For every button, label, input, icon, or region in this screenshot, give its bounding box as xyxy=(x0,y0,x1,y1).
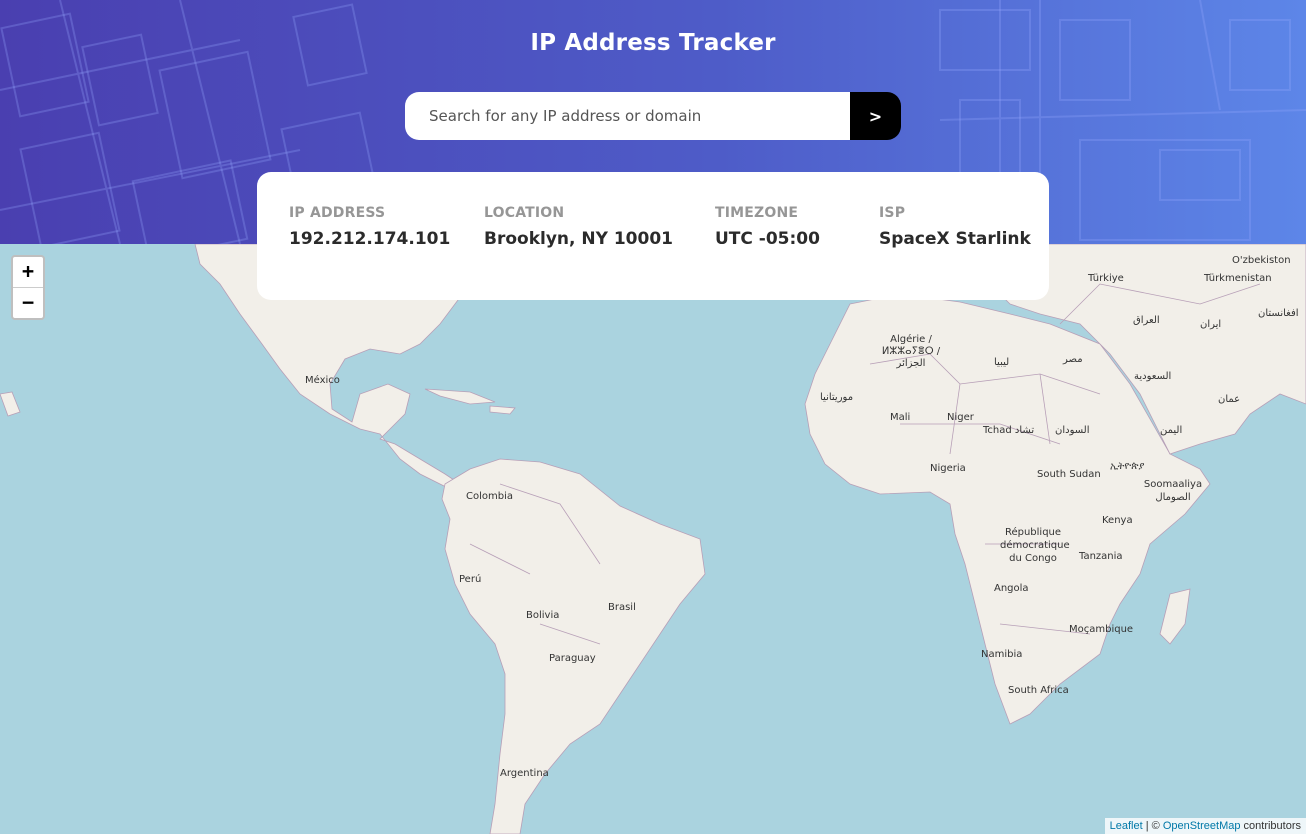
map-label: Paraguay xyxy=(549,653,596,664)
search-submit-button[interactable]: > xyxy=(850,92,901,140)
stat-label: IP ADDRESS xyxy=(289,205,386,221)
stat-value: SpaceX Starlink xyxy=(879,229,1031,249)
map-label: Namibia xyxy=(981,649,1023,660)
map-label: العراق xyxy=(1133,315,1160,326)
zoom-control: + − xyxy=(11,255,45,320)
stat-label: LOCATION xyxy=(484,205,565,221)
map-label: اليمن xyxy=(1160,425,1183,436)
map-label: ኢትዮጵያ xyxy=(1110,461,1145,472)
map-label: Kenya xyxy=(1102,515,1133,526)
search-bar: > xyxy=(405,92,901,140)
map-label: République démocratique du Congo xyxy=(1000,527,1070,564)
stat-label: ISP xyxy=(879,205,906,221)
map-label: السعودية xyxy=(1134,371,1172,382)
map-label: Nigeria xyxy=(930,463,966,474)
stat-value: Brooklyn, NY 10001 xyxy=(484,229,673,249)
map-label: Angola xyxy=(994,583,1029,594)
page-title: IP Address Tracker xyxy=(530,30,776,56)
map-label: México xyxy=(305,375,340,386)
map-label: Türkiye xyxy=(1088,273,1124,284)
stat-location: LOCATION Brooklyn, NY 10001 xyxy=(484,205,673,249)
map-label: موريتانيا xyxy=(820,392,854,403)
map-tiles xyxy=(0,244,1306,834)
map-label: Niger xyxy=(947,412,974,423)
map-label: Soomaaliya الصومال xyxy=(1143,479,1203,503)
leaflet-link[interactable]: Leaflet xyxy=(1110,820,1143,832)
map-label: Tanzania xyxy=(1079,551,1123,562)
map-label: Brasil xyxy=(608,602,636,613)
map-label: South Africa xyxy=(1008,685,1069,696)
map-label: Perú xyxy=(459,574,482,585)
map-attribution: Leaflet | © OpenStreetMap contributors xyxy=(1104,818,1306,834)
map-label: Colombia xyxy=(466,491,513,502)
chevron-right-icon: > xyxy=(868,106,883,126)
map-label: O'zbekiston xyxy=(1232,255,1291,266)
stat-isp: ISP SpaceX Starlink xyxy=(879,205,1031,249)
stat-value: 192.212.174.101 xyxy=(289,229,451,249)
stat-value: UTC -05:00 xyxy=(715,229,820,249)
map-label: Argentina xyxy=(500,768,549,779)
map-label: Algérie / ⵍⵣⵣⴰⵢⴻⵔ / الجزائر xyxy=(881,334,941,369)
map-label: Bolivia xyxy=(526,610,560,621)
map-label: Tchad تشاد xyxy=(983,425,1035,436)
map-label: مصر xyxy=(1063,354,1083,365)
stat-ip-address: IP ADDRESS 192.212.174.101 xyxy=(289,205,450,249)
map-label: ليبيا xyxy=(994,357,1010,368)
map-label: ایران xyxy=(1200,319,1222,330)
zoom-in-button[interactable]: + xyxy=(13,257,43,287)
stat-label: TIMEZONE xyxy=(715,205,799,221)
map-label: السودان xyxy=(1055,425,1090,436)
stat-timezone: TIMEZONE UTC -05:00 xyxy=(715,205,820,249)
openstreetmap-link[interactable]: OpenStreetMap xyxy=(1163,820,1241,832)
ip-info-card: IP ADDRESS 192.212.174.101 LOCATION Broo… xyxy=(257,172,1049,300)
map-label: Türkmenistan xyxy=(1204,273,1272,284)
map-label: Moçambique xyxy=(1069,624,1134,635)
map-label: South Sudan xyxy=(1037,469,1101,480)
search-input[interactable] xyxy=(405,92,850,140)
map-label: Mali xyxy=(890,412,911,423)
map-label: افغانستان xyxy=(1258,308,1299,319)
zoom-out-button[interactable]: − xyxy=(13,287,43,318)
attribution-separator: | © xyxy=(1142,820,1163,832)
world-map[interactable]: México Colombia Perú Brasil Bolivia Para… xyxy=(0,244,1306,834)
attribution-suffix: contributors xyxy=(1240,820,1301,832)
map-label: عمان xyxy=(1218,394,1241,405)
